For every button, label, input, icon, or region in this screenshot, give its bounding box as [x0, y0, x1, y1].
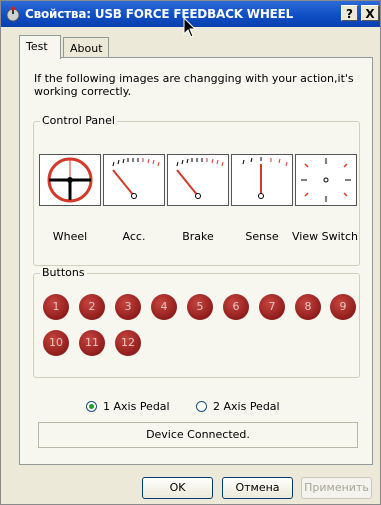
view-switch-icon: [295, 154, 357, 206]
view-switch-label: View Switch: [292, 230, 358, 243]
pedal-2-axis-label: 2 Axis Pedal: [213, 400, 280, 413]
button-indicator: 12: [115, 330, 141, 356]
sense-label: Sense: [245, 230, 279, 243]
sense-gauge-icon: [231, 154, 293, 206]
pedal-1-axis-label: 1 Axis Pedal: [103, 400, 170, 413]
properties-dialog: Свойства: USB FORCE FEEDBACK WHEEL ? X T…: [0, 0, 381, 505]
buttons-group-label: Buttons: [40, 266, 87, 279]
status-field: Device Connected.: [38, 422, 358, 448]
button-indicator: 6: [223, 294, 249, 320]
tab-about[interactable]: About: [63, 37, 109, 59]
cancel-button[interactable]: Отмена: [222, 477, 293, 499]
mouse-cursor-icon: [183, 17, 197, 38]
pedal-1-axis-radio[interactable]: 1 Axis Pedal: [86, 400, 170, 413]
control-panel-label: Control Panel: [40, 114, 117, 127]
button-indicator: 5: [187, 294, 213, 320]
button-indicator: 8: [295, 294, 321, 320]
button-indicator: 9: [330, 294, 356, 320]
buttons-group: Buttons 1 2 3 4 5 6 7 8 9 10 11 12: [33, 266, 360, 378]
close-button[interactable]: X: [361, 5, 379, 21]
accelerator-gauge-icon: [103, 154, 165, 206]
button-indicator: 11: [79, 330, 105, 356]
tab-panel-test: If the following images are changging wi…: [19, 57, 373, 465]
radio-selected-icon: [86, 401, 97, 412]
ok-button[interactable]: OK: [142, 477, 213, 499]
control-panel-group: Control Panel Wheel Acc. Brake Sense Vie…: [33, 114, 360, 266]
acc-label: Acc.: [122, 230, 146, 243]
button-indicator: 7: [259, 294, 285, 320]
brake-gauge-icon: [167, 154, 229, 206]
brake-label: Brake: [182, 230, 214, 243]
wheel-label: Wheel: [52, 230, 88, 243]
button-indicator: 10: [43, 330, 69, 356]
steering-wheel-icon: [39, 154, 101, 206]
joystick-icon: [6, 6, 20, 22]
tab-test[interactable]: Test: [19, 35, 61, 59]
button-indicator: 1: [43, 294, 69, 320]
apply-button[interactable]: Применить: [301, 477, 372, 499]
radio-unselected-icon: [196, 401, 207, 412]
button-indicator: 3: [115, 294, 141, 320]
button-indicator: 4: [151, 294, 177, 320]
window-title: Свойства: USB FORCE FEEDBACK WHEEL: [25, 7, 294, 21]
intro-text: If the following images are changging wi…: [34, 72, 354, 98]
button-indicator: 2: [79, 294, 105, 320]
pedal-2-axis-radio[interactable]: 2 Axis Pedal: [196, 400, 280, 413]
help-button[interactable]: ?: [341, 5, 358, 21]
